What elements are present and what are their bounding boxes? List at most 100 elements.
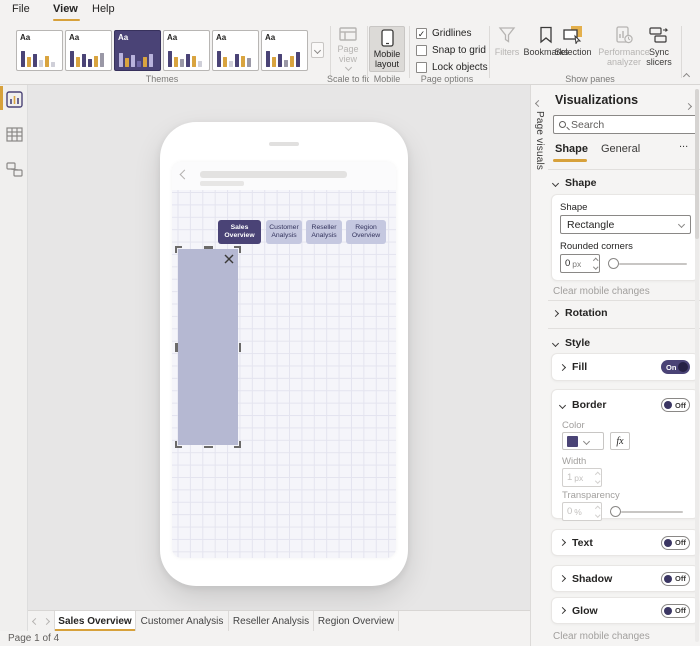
page-tab-sales-overview[interactable]: Sales Overview — [54, 611, 136, 632]
color-swatch — [567, 436, 578, 447]
shape-section-header[interactable]: Shape — [553, 177, 597, 189]
page-tab-region-overview[interactable]: Region Overview — [314, 611, 399, 632]
rounded-corners-slider[interactable] — [608, 258, 687, 269]
nav-button-region-overview[interactable]: Region Overview — [346, 220, 386, 244]
spinner-buttons[interactable] — [596, 473, 600, 482]
resize-handle-left[interactable] — [175, 343, 178, 352]
collapse-ribbon-button[interactable] — [684, 66, 689, 84]
divider — [548, 300, 700, 301]
text-toggle[interactable]: Off — [661, 536, 690, 550]
tab-shape[interactable]: Shape — [555, 143, 588, 155]
search-icon — [559, 121, 566, 128]
style-section-header[interactable]: Style — [553, 337, 590, 349]
spinner-buttons[interactable] — [594, 259, 598, 268]
menu-view[interactable]: View — [53, 3, 78, 15]
checkbox-checked-icon: ✓ — [416, 28, 427, 39]
resize-handle-right[interactable] — [239, 343, 242, 352]
clear-mobile-changes-button[interactable]: Clear mobile changes — [553, 631, 650, 642]
resize-handle-bottom[interactable] — [204, 446, 213, 449]
active-menu-underline — [53, 19, 80, 21]
menu-help[interactable]: Help — [92, 3, 115, 15]
shape-type-dropdown[interactable]: Rectangle — [560, 215, 691, 234]
chevron-down-icon — [678, 221, 685, 228]
page-visuals-vertical-tab[interactable]: Page visuals — [534, 111, 545, 170]
slider-track[interactable] — [621, 511, 683, 513]
glow-card-header[interactable]: Glow Off — [552, 598, 698, 623]
chevron-left-icon — [535, 100, 542, 107]
selection-pane-button[interactable]: Selection — [551, 26, 595, 57]
scrollbar-thumb[interactable] — [695, 89, 699, 239]
report-view-button[interactable] — [6, 91, 23, 108]
resize-handle-top-right[interactable] — [234, 246, 241, 253]
theme-thumbnail-4[interactable]: Aa — [163, 30, 210, 71]
ribbon-separator — [409, 26, 410, 78]
theme-thumbnail-2[interactable]: Aa — [65, 30, 112, 71]
back-chevron-icon[interactable] — [180, 170, 190, 180]
remove-visual-button[interactable] — [223, 252, 235, 264]
menu-file[interactable]: File — [12, 3, 30, 15]
search-input[interactable] — [571, 119, 691, 131]
spinner-buttons[interactable] — [596, 507, 600, 516]
slider-track[interactable] — [619, 263, 687, 265]
toggle-knob — [664, 575, 672, 583]
filters-pane-button[interactable]: Filters — [494, 26, 520, 57]
border-width-input[interactable]: 1 px — [562, 468, 602, 487]
scroll-tabs-right-icon[interactable] — [43, 617, 50, 624]
nav-button-customer-analysis[interactable]: Customer Analysis — [266, 220, 302, 244]
shadow-card-header[interactable]: Shadow Off — [552, 566, 698, 591]
glow-toggle[interactable]: Off — [661, 604, 690, 618]
resize-handle-top-left[interactable] — [175, 246, 182, 253]
theme-gallery-more-button[interactable] — [311, 42, 324, 58]
theme-thumbnail-5[interactable]: Aa — [212, 30, 259, 71]
chevron-right-icon — [559, 539, 566, 546]
scroll-tabs-left-icon[interactable] — [32, 617, 39, 624]
border-color-fx-button[interactable]: fx — [610, 432, 630, 450]
theme-thumbnail-3-selected[interactable]: Aa — [114, 30, 161, 71]
chevron-right-icon — [559, 607, 566, 614]
rotation-section-header[interactable]: Rotation — [553, 307, 608, 319]
format-search-box[interactable] — [553, 115, 697, 134]
page-tab-reseller-analysis[interactable]: Reseller Analysis — [229, 611, 314, 632]
collapse-pane-button[interactable] — [536, 93, 541, 111]
nav-button-sales-overview[interactable]: Sales Overview — [218, 220, 261, 244]
text-card-header[interactable]: Text Off — [552, 530, 698, 555]
model-view-button[interactable] — [6, 161, 23, 178]
page-tab-customer-analysis[interactable]: Customer Analysis — [136, 611, 229, 632]
shadow-toggle[interactable]: Off — [661, 572, 690, 586]
rounded-corners-input[interactable]: 0 px — [560, 254, 600, 273]
snap-to-grid-checkbox[interactable]: Snap to grid — [416, 45, 486, 56]
expand-pane-button[interactable] — [686, 96, 691, 114]
panel-scrollbar[interactable] — [695, 89, 699, 642]
sync-slicers-icon — [649, 26, 669, 44]
slider-knob[interactable] — [608, 258, 619, 269]
slider-knob[interactable] — [610, 506, 621, 517]
border-toggle[interactable]: Off — [661, 398, 690, 412]
table-view-icon — [6, 126, 23, 143]
fill-toggle[interactable]: On — [661, 360, 690, 374]
nav-button-reseller-analysis[interactable]: Reseller Analysis — [306, 220, 342, 244]
active-tab-underline — [553, 159, 587, 162]
mobile-layout-grid[interactable]: Sales Overview Customer Analysis Reselle… — [172, 190, 396, 558]
chevron-down-icon — [552, 179, 559, 186]
theme-thumbnail-1[interactable]: Aa — [16, 30, 63, 71]
page-view-button[interactable]: Page view — [330, 26, 366, 72]
border-transparency-slider[interactable] — [610, 506, 683, 517]
gridlines-checkbox[interactable]: ✓ Gridlines — [416, 28, 471, 39]
theme-thumbnail-6[interactable]: Aa — [261, 30, 308, 71]
data-view-button[interactable] — [6, 126, 23, 143]
selected-shape-visual[interactable] — [178, 249, 238, 445]
resize-handle-top[interactable] — [204, 246, 213, 249]
border-transparency-input[interactable]: 0 % — [562, 502, 602, 521]
pane-title: Visualizations — [555, 93, 638, 107]
fill-card-header[interactable]: Fill On — [552, 354, 698, 380]
border-card-header[interactable]: Border Off — [552, 390, 698, 412]
sync-slicers-pane-button[interactable]: Syncslicers — [642, 26, 676, 67]
clear-mobile-changes-button[interactable]: Clear mobile changes — [553, 286, 650, 297]
tab-overflow[interactable]: ... — [679, 138, 688, 150]
border-color-picker[interactable] — [562, 432, 604, 450]
resize-handle-bottom-right[interactable] — [234, 441, 241, 448]
resize-handle-bottom-left[interactable] — [175, 441, 182, 448]
lock-objects-checkbox[interactable]: Lock objects — [416, 62, 488, 73]
mobile-layout-button[interactable]: Mobile layout — [369, 26, 405, 72]
tab-general[interactable]: General — [601, 143, 640, 155]
